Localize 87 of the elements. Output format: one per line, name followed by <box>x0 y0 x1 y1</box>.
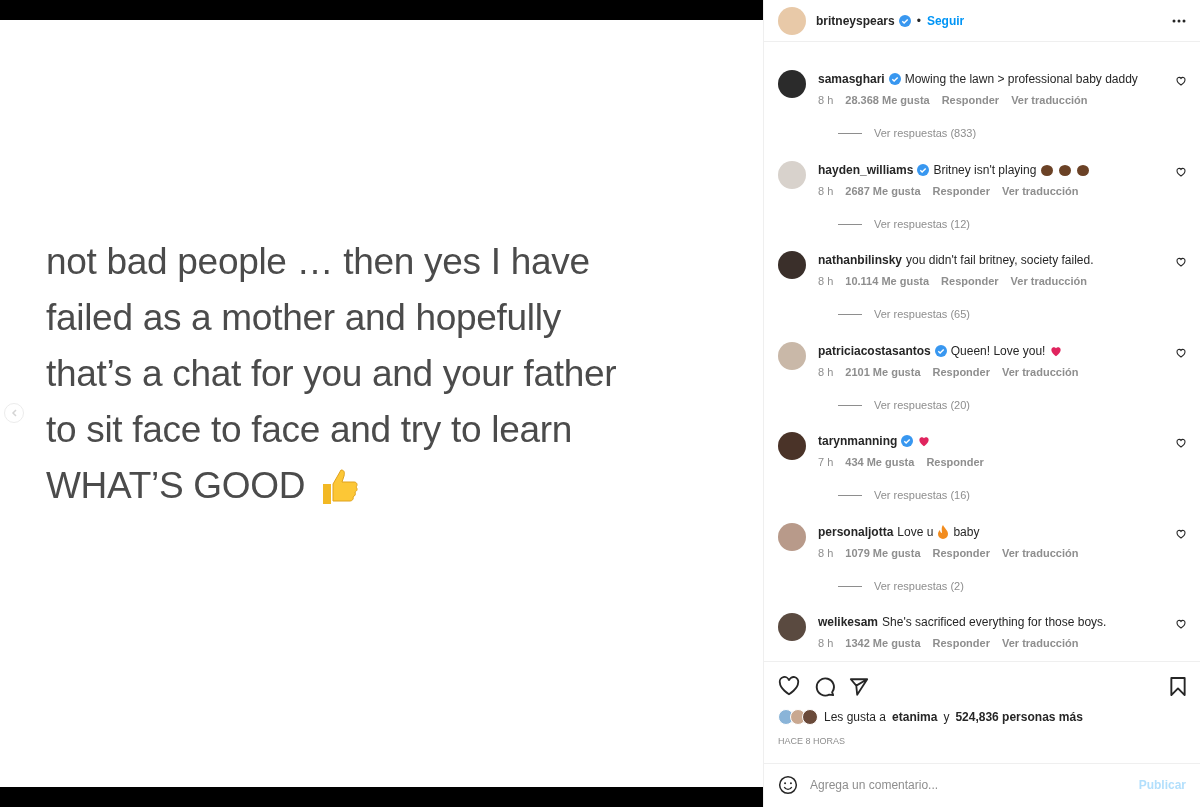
post-text-line: to sit face to face and try to learn <box>46 407 572 452</box>
like-icon[interactable] <box>1175 165 1187 178</box>
send-icon[interactable] <box>849 676 869 696</box>
comment-text: you didn't fail britney, society failed. <box>906 252 1094 268</box>
heart-icon <box>917 434 932 448</box>
view-replies-link[interactable]: Ver respuestas (20) <box>874 396 970 414</box>
reply-link[interactable]: Responder <box>926 454 984 471</box>
comment-username[interactable]: hayden_williams <box>818 161 914 178</box>
avatar <box>802 709 818 725</box>
post-text-line: that’s a chat for you and your father <box>46 351 617 396</box>
fire-icon <box>937 524 950 539</box>
translate-link[interactable]: Ver traducción <box>1001 182 1079 199</box>
comment-time: 8 h <box>818 364 834 380</box>
post-text-line: not bad people … then yes I have <box>46 239 590 284</box>
avatar[interactable] <box>778 432 806 460</box>
likes-count[interactable]: 434 Me gusta <box>845 454 915 471</box>
view-replies-link[interactable]: Ver respuestas (16) <box>874 487 970 504</box>
comment-time: 7 h <box>818 455 834 470</box>
post-timestamp: HACE 8 HORAS <box>778 735 847 748</box>
translate-link[interactable]: Ver traducción <box>1001 363 1079 380</box>
likes-count[interactable]: 2687 Me gusta <box>845 182 921 199</box>
view-replies-link[interactable]: Ver respuestas (12) <box>874 215 970 233</box>
comment-time: 8 h <box>818 274 834 289</box>
reply-link[interactable]: Responder <box>941 92 1000 109</box>
comment-text: Love u <box>897 523 934 540</box>
post-username[interactable]: britneyspears <box>816 11 895 30</box>
comment-text: She's sacrificed everything for those boys. <box>882 614 1107 630</box>
likes-text: Les gusta a <box>824 709 887 726</box>
like-icon[interactable] <box>778 676 800 696</box>
comment-username[interactable]: patriciacostasantos <box>818 342 931 359</box>
comment-icon[interactable] <box>814 675 835 697</box>
comment-username[interactable]: welikesam <box>818 614 879 630</box>
likes-count[interactable]: 1079 Me gusta <box>845 544 921 561</box>
bookmark-icon[interactable] <box>1170 676 1186 696</box>
likes-count[interactable]: 2101 Me gusta <box>845 363 921 380</box>
view-replies-link[interactable]: Ver respuestas (2) <box>874 577 964 595</box>
post-text-line: WHAT’S GOOD <box>46 463 306 508</box>
comment-username[interactable]: tarynmanning <box>818 433 898 449</box>
comment-text: Britney isn't playing <box>933 161 1037 178</box>
likes-count[interactable]: 1342 Me gusta <box>845 635 921 652</box>
hands-icon <box>1058 162 1073 177</box>
like-icon[interactable] <box>1175 618 1187 630</box>
hands-icon <box>1076 162 1091 177</box>
comment-time: 8 h <box>818 183 834 199</box>
likes-count[interactable]: 10.114 Me gusta <box>845 273 930 290</box>
translate-link[interactable]: Ver traducción <box>1010 273 1087 290</box>
translate-link[interactable]: Ver traducción <box>1001 635 1079 652</box>
follow-link[interactable]: Seguir <box>926 11 965 30</box>
reply-link[interactable]: Responder <box>932 182 990 199</box>
avatar[interactable] <box>778 613 806 641</box>
separator: • <box>916 12 921 30</box>
comment-time: 8 h <box>818 545 834 561</box>
likes-count[interactable]: 28.368 Me gusta <box>845 92 930 109</box>
comment-username[interactable]: nathanbilinsky <box>818 252 903 268</box>
likes-total[interactable]: 524,836 personas más <box>955 708 1083 726</box>
reply-link[interactable]: Responder <box>941 273 999 290</box>
reply-link[interactable]: Responder <box>932 635 990 652</box>
comment-field[interactable]: Agrega un comentario... <box>810 776 1127 795</box>
view-replies-link[interactable]: Ver respuestas (65) <box>874 306 970 323</box>
comment-text: baby <box>953 523 980 540</box>
comment-username[interactable]: personaljotta <box>818 523 894 540</box>
comment-text: Queen! Love you! <box>950 342 1046 359</box>
hands-icon <box>1040 162 1055 177</box>
comment-time: 8 h <box>818 93 834 108</box>
liker-username[interactable]: etanima <box>892 708 938 726</box>
likes-text: y <box>943 709 950 726</box>
like-icon[interactable] <box>1175 75 1187 87</box>
avatar[interactable] <box>778 251 806 279</box>
avatar[interactable] <box>778 70 806 98</box>
translate-link[interactable]: Ver traducción <box>1001 544 1079 561</box>
reply-link[interactable]: Responder <box>932 363 990 380</box>
emoji-icon[interactable] <box>778 775 798 796</box>
chevron-left-icon <box>11 409 17 417</box>
like-icon[interactable] <box>1175 346 1187 359</box>
avatar <box>778 709 794 725</box>
comment-time: 8 h <box>818 636 834 651</box>
comment-text: Mowing the lawn > professional baby daddy <box>904 71 1138 87</box>
post-text-line: failed as a mother and hopefully <box>46 295 561 340</box>
like-icon[interactable] <box>1175 256 1187 268</box>
translate-link[interactable]: Ver traducción <box>1011 92 1088 109</box>
like-icon[interactable] <box>1175 437 1187 449</box>
like-icon[interactable] <box>1175 527 1187 540</box>
avatar <box>790 709 806 725</box>
more-icon[interactable] <box>1172 18 1186 23</box>
comment-username[interactable]: samasghari <box>818 71 885 87</box>
view-replies-link[interactable]: Ver respuestas (833) <box>874 125 977 142</box>
reply-link[interactable]: Responder <box>932 544 990 561</box>
